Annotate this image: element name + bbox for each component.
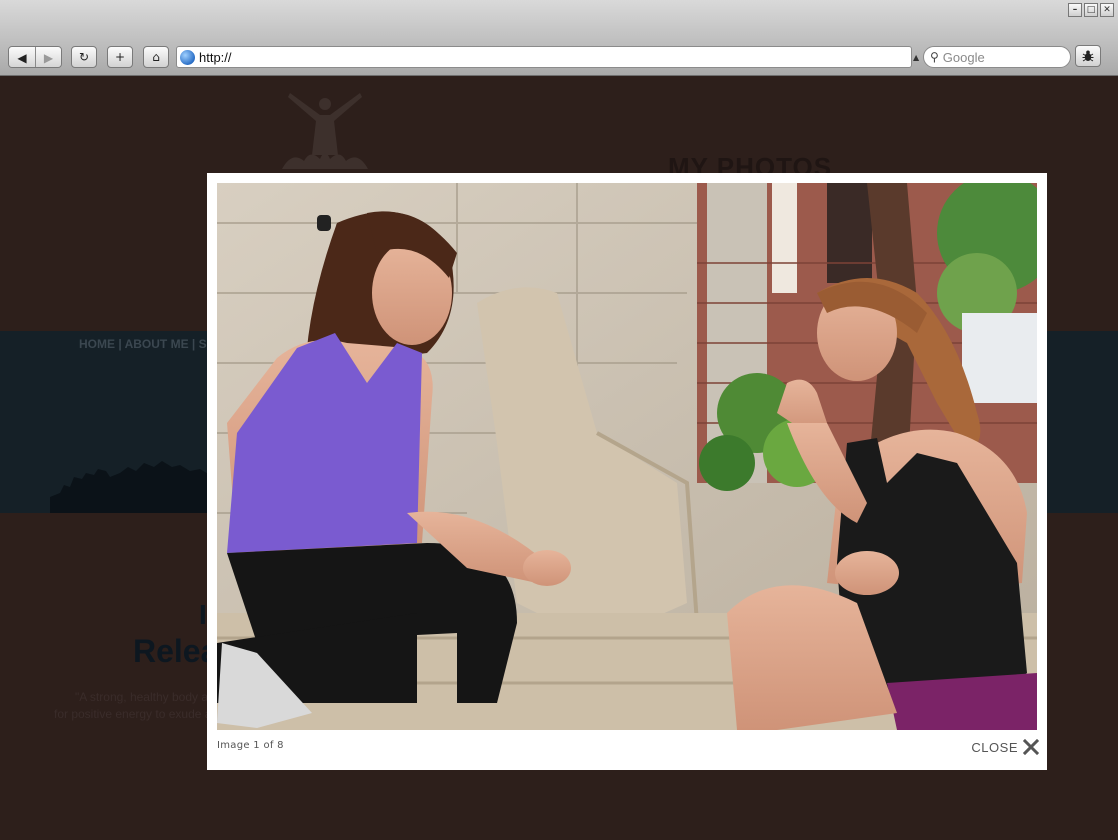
search-placeholder: Google [942,49,985,65]
browser-toolbar: ◀ ▶ ↻ + ⌂ [8,45,169,69]
quote-line-1: "A strong, healthy body all [75,690,214,704]
close-window-button[interactable]: ✕ [1100,3,1114,17]
minimize-button[interactable]: – [1068,3,1082,17]
bug-report-button[interactable] [1075,45,1101,67]
bug-icon [1082,50,1094,62]
back-button[interactable]: ◀ [9,47,35,67]
history-buttons: ◀ ▶ [8,46,62,68]
search-field[interactable]: ⚲ Google [923,46,1071,68]
close-label: CLOSE [971,739,1018,755]
close-icon [1023,739,1039,755]
fitness-logo-icon [282,93,368,169]
address-bar[interactable]: http:// [176,46,912,68]
image-counter: Image 1 of 8 [217,740,284,751]
address-text: http:// [199,49,232,65]
address-dropdown-icon[interactable]: ▲ [913,53,919,62]
lightbox-modal: Image 1 of 8 CLOSE [207,173,1047,770]
forward-button[interactable]: ▶ [35,47,61,67]
close-button[interactable]: CLOSE [971,739,1039,755]
skyline-image [50,461,210,513]
reload-button[interactable]: ↻ [71,46,97,68]
home-button[interactable]: ⌂ [143,46,169,68]
globe-icon [180,49,195,65]
section-heading-partial: I [199,599,207,630]
window-controls: – □ ✕ [1068,3,1114,17]
maximize-button[interactable]: □ [1084,3,1098,17]
browser-chrome: – □ ✕ ◀ ▶ ↻ + ⌂ http:// ▲ ⚲ Google [0,0,1118,76]
quote-line-2: for positive energy to exude and [54,707,225,721]
photo-image [217,183,1037,730]
lightbox-photo[interactable] [217,183,1037,730]
search-icon: ⚲ [930,50,939,64]
add-bookmark-button[interactable]: + [107,46,133,68]
